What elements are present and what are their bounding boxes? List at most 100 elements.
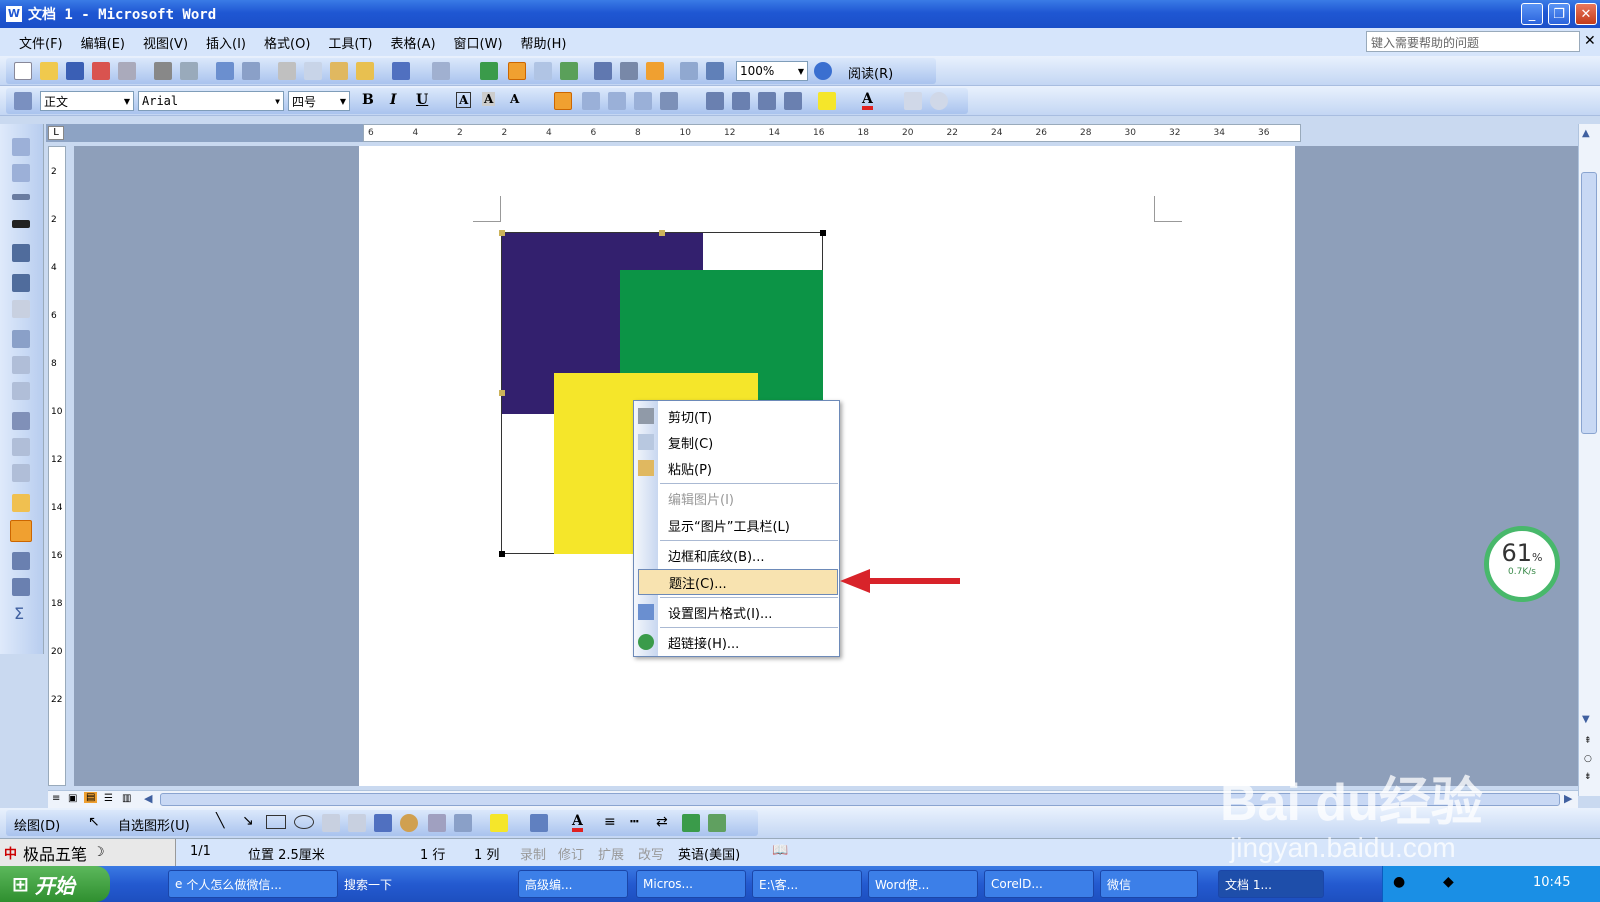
autoshapes-menu[interactable]: 自选图形(U) <box>118 815 190 834</box>
vertical-scrollbar[interactable]: ▲ ▼ ⇞ ○ ⇟ <box>1578 124 1600 796</box>
minimize-button[interactable]: _ <box>1521 3 1543 25</box>
close-button[interactable]: ✕ <box>1575 3 1597 25</box>
line-style-icon[interactable] <box>12 194 30 200</box>
italic-icon[interactable]: I <box>390 92 397 108</box>
menu-window[interactable]: 窗口(W) <box>454 33 503 52</box>
shield-icon[interactable]: ◆ <box>1443 874 1454 890</box>
wordart-icon[interactable] <box>374 814 392 832</box>
increase-indent-icon[interactable] <box>784 92 802 110</box>
menu-item-show-picture-toolbar[interactable]: 显示“图片”工具栏(L) <box>658 512 840 538</box>
dash-style-icon[interactable]: ┅ <box>630 814 638 830</box>
help-search-input[interactable]: 键入需要帮助的问题 <box>1366 31 1580 52</box>
borders-icon[interactable] <box>12 274 30 292</box>
rectangle-tool-icon[interactable] <box>266 815 286 829</box>
resize-handle[interactable] <box>499 551 505 557</box>
open-folder-icon[interactable] <box>40 62 58 80</box>
menu-item-format-picture[interactable]: 设置图片格式(I)... <box>658 599 840 625</box>
status-track-changes[interactable]: 修订 <box>558 844 584 863</box>
arrow-tool-icon[interactable]: ↘ <box>242 813 254 829</box>
paste-icon[interactable] <box>330 62 348 80</box>
close-doc-icon[interactable]: ✕ <box>1584 33 1596 49</box>
line-weight-icon[interactable] <box>12 220 30 228</box>
menu-view[interactable]: 视图(V) <box>143 33 188 52</box>
new-doc-icon[interactable] <box>14 62 32 80</box>
select-objects-icon[interactable]: ↖ <box>88 814 100 830</box>
char-shading-icon[interactable]: A <box>482 92 496 106</box>
select-browse-object-icon[interactable]: ○ <box>1584 754 1592 764</box>
show-hide-icon[interactable] <box>680 62 698 80</box>
arrow-style-icon[interactable]: ⇄ <box>656 814 668 830</box>
highlight-icon[interactable] <box>818 92 836 110</box>
edit-icon[interactable] <box>12 138 30 156</box>
resize-handle[interactable] <box>820 230 826 236</box>
autoformat-icon[interactable] <box>12 494 30 512</box>
restore-button[interactable]: ❐ <box>1548 3 1570 25</box>
merge-cells-icon[interactable] <box>12 356 30 374</box>
save-icon[interactable] <box>66 62 84 80</box>
task-advanced-edit[interactable]: 高级编... <box>518 870 628 898</box>
help-icon[interactable] <box>814 62 832 80</box>
line-style-icon[interactable]: ≡ <box>604 814 616 830</box>
bold-icon[interactable]: B <box>362 92 374 108</box>
bullets-icon[interactable] <box>732 92 750 110</box>
shadow-style-icon[interactable] <box>682 814 700 832</box>
qq-icon[interactable]: ● <box>1393 874 1405 890</box>
distribute-rows-icon[interactable] <box>12 438 30 456</box>
spelling-icon[interactable] <box>216 62 234 80</box>
columns-icon[interactable] <box>594 62 612 80</box>
resize-handle[interactable] <box>499 230 505 236</box>
menu-format[interactable]: 格式(O) <box>264 33 310 52</box>
task-ie[interactable]: e 个人怎么做微信... <box>168 870 338 898</box>
sort-asc-icon[interactable] <box>12 552 30 570</box>
enclose-char-icon[interactable] <box>930 92 948 110</box>
prev-page-icon[interactable]: ⇞ <box>1584 736 1592 746</box>
task-coreldraw[interactable]: CorelD... <box>984 870 1094 898</box>
underline-icon[interactable]: U <box>416 92 428 108</box>
decrease-indent-icon[interactable] <box>758 92 776 110</box>
scroll-thumb[interactable] <box>1581 172 1597 434</box>
horizontal-ruler[interactable]: 6 4 2 2 4 6 8 10 12 14 16 18 20 22 24 26 28 30 32 34 36 <box>363 124 1301 142</box>
resize-handle[interactable] <box>499 390 505 396</box>
read-mode-button[interactable]: 阅读(R) <box>848 63 893 82</box>
char-border-icon[interactable]: A <box>456 92 472 108</box>
vertical-ruler[interactable]: 2 2 4 6 8 10 12 14 16 18 20 22 <box>48 146 66 786</box>
task-excel[interactable]: Micros... <box>636 870 746 898</box>
scroll-down-icon[interactable]: ▼ <box>1582 714 1590 725</box>
clock[interactable]: 10:45 <box>1533 875 1570 890</box>
scroll-left-icon[interactable]: ◀ <box>144 792 152 805</box>
task-word-doc[interactable]: 文档 1... <box>1218 870 1324 898</box>
insert-table-icon[interactable] <box>534 62 552 80</box>
print-preview-icon[interactable] <box>180 62 198 80</box>
split-cells-icon[interactable] <box>12 382 30 400</box>
drawing-icon[interactable] <box>620 62 638 80</box>
align-center-icon[interactable] <box>582 92 600 110</box>
status-record[interactable]: 录制 <box>520 844 546 863</box>
next-page-icon[interactable]: ⇟ <box>1584 772 1592 782</box>
style-select[interactable]: 正文 ▼ <box>40 91 134 111</box>
draw-font-color-icon[interactable]: A <box>572 814 583 832</box>
status-extend[interactable]: 扩展 <box>598 844 624 863</box>
menu-item-hyperlink[interactable]: 超链接(H)... <box>658 629 840 655</box>
ime-name[interactable]: 极品五笔 <box>23 841 87 865</box>
print-layout-icon[interactable]: ▤ <box>84 792 98 803</box>
insert-table-icon[interactable] <box>12 330 30 348</box>
status-language[interactable]: 英语(美国) <box>678 844 740 863</box>
menu-help[interactable]: 帮助(H) <box>521 33 567 52</box>
menu-item-cut[interactable]: 剪切(T) <box>658 403 840 429</box>
status-overtype[interactable]: 改写 <box>638 844 664 863</box>
menu-insert[interactable]: 插入(I) <box>206 33 246 52</box>
research-icon[interactable] <box>242 62 260 80</box>
table-grid-icon[interactable] <box>10 520 32 542</box>
task-word-help[interactable]: Word使... <box>868 870 978 898</box>
diagram-icon[interactable] <box>400 814 418 832</box>
line-spacing-icon[interactable] <box>660 92 678 110</box>
copy-icon[interactable] <box>304 62 322 80</box>
paragraph-mark-icon[interactable] <box>706 62 724 80</box>
font-size-select[interactable]: 四号 ▼ <box>288 91 350 111</box>
char-scaling-icon[interactable]: A <box>510 92 519 106</box>
menu-item-copy[interactable]: 复制(C) <box>658 429 840 455</box>
menu-edit[interactable]: 编辑(E) <box>81 33 125 52</box>
zoom-select[interactable]: 100% ▼ <box>736 61 808 81</box>
clipart-icon[interactable] <box>428 814 446 832</box>
doc-map-icon[interactable] <box>646 62 664 80</box>
